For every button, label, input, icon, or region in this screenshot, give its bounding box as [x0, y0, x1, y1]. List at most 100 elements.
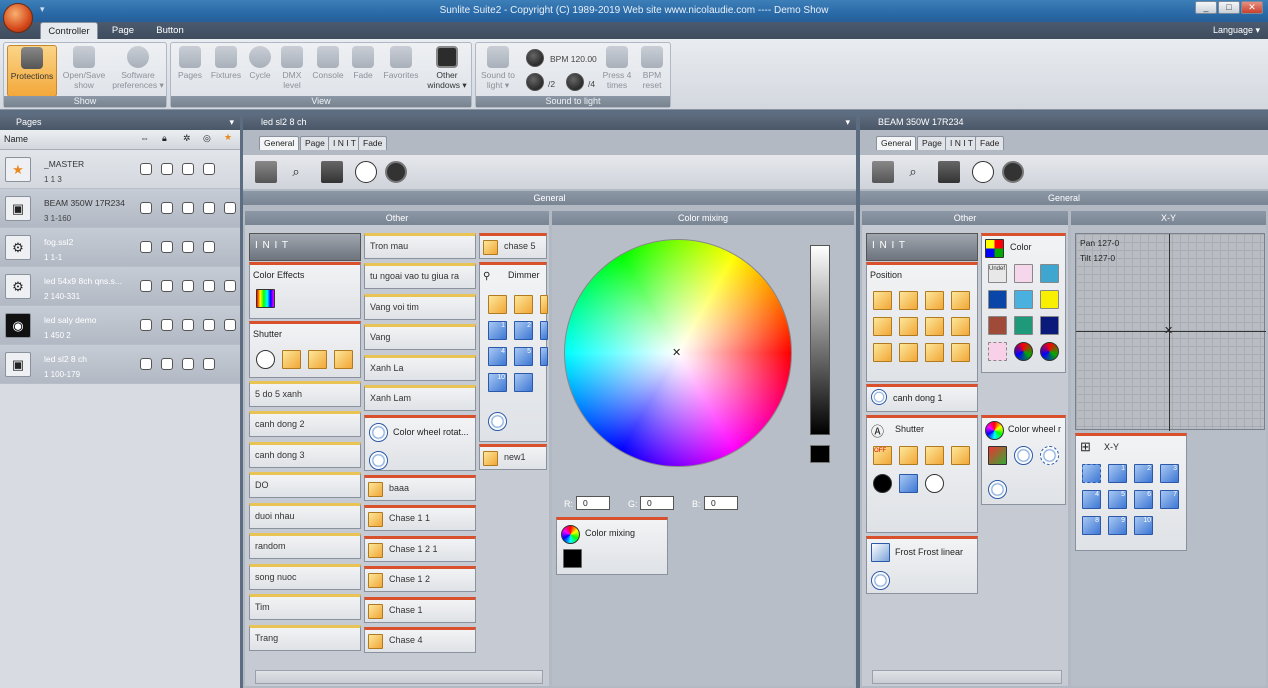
- strobe-icon[interactable]: [899, 474, 918, 493]
- horizontal-scrollbar[interactable]: [872, 670, 1062, 684]
- position-icon[interactable]: 3: [1160, 464, 1179, 483]
- color-wheel-rotation-box[interactable]: Color wheel rotat...: [364, 415, 476, 471]
- shutter-closed-icon[interactable]: [873, 474, 892, 493]
- shutter-off-icon[interactable]: OFF: [873, 446, 892, 465]
- name-column[interactable]: Name: [4, 134, 28, 144]
- position-box[interactable]: Position: [866, 262, 978, 382]
- checkbox[interactable]: [140, 241, 152, 253]
- minimize-button[interactable]: _: [1195, 1, 1217, 14]
- div2-knob-icon[interactable]: [526, 73, 544, 91]
- position-icon[interactable]: 4: [488, 347, 507, 366]
- xy-box[interactable]: ⊞ X-Y 1 2 3 4 5 6 7 8 9 10: [1075, 433, 1187, 551]
- star-toggle[interactable]: [224, 319, 236, 331]
- canh-dong-box[interactable]: canh dong 1: [866, 384, 978, 412]
- press-4-times-button[interactable]: Press 4 times: [600, 45, 634, 97]
- dimmer-box[interactable]: Dimmer ⚲ 1 2 4 5 10: [479, 262, 548, 442]
- position-icon[interactable]: 8: [1082, 516, 1101, 535]
- color-swatch[interactable]: [1040, 316, 1059, 335]
- tab-controller[interactable]: Controller: [40, 22, 98, 39]
- language-menu[interactable]: Language ▾: [1213, 25, 1260, 36]
- lock-toggle[interactable]: [161, 202, 173, 214]
- gobo-icon[interactable]: [951, 317, 970, 336]
- scene-button[interactable]: Vang: [364, 324, 476, 350]
- checkbox[interactable]: [140, 280, 152, 292]
- lock-toggle[interactable]: [161, 358, 173, 370]
- scene-button[interactable]: Tim: [249, 594, 361, 620]
- frost-box[interactable]: Frost Frost linear: [866, 536, 978, 594]
- position-icon[interactable]: 4: [1082, 490, 1101, 509]
- fixtures-button[interactable]: Fixtures: [208, 45, 244, 97]
- shutter-box[interactable]: Ⓐ Shutter OFF: [866, 415, 978, 533]
- rotate-icon[interactable]: [1014, 446, 1033, 465]
- open-save-button[interactable]: Open/Save show: [59, 45, 109, 97]
- bpm-reset-button[interactable]: BPM reset: [636, 45, 668, 97]
- scene-button[interactable]: random: [249, 533, 361, 559]
- tab-general[interactable]: General: [876, 136, 917, 150]
- rotate-icon[interactable]: [369, 423, 388, 442]
- strobe-icon[interactable]: [308, 350, 327, 369]
- target-toggle[interactable]: [203, 241, 215, 253]
- black-circle-icon[interactable]: [1002, 161, 1024, 183]
- r-input[interactable]: 0: [576, 496, 610, 510]
- scene-button[interactable]: canh dong 3: [249, 442, 361, 468]
- checkbox[interactable]: [182, 280, 194, 292]
- position-icon[interactable]: 1: [488, 321, 507, 340]
- tab-fade[interactable]: Fade: [358, 136, 388, 150]
- window-icon[interactable]: [255, 161, 277, 183]
- position-icon[interactable]: 6: [1134, 490, 1153, 509]
- horizontal-scrollbar[interactable]: [255, 670, 543, 684]
- tab-page[interactable]: Page: [300, 136, 330, 150]
- other-windows-button[interactable]: Other windows ▾: [424, 45, 470, 97]
- maximize-button[interactable]: □: [1218, 1, 1240, 14]
- speed-knob-icon[interactable]: [871, 571, 890, 590]
- gobo-icon[interactable]: [899, 317, 918, 336]
- gobo-icon[interactable]: [925, 291, 944, 310]
- link-toggle[interactable]: [140, 358, 152, 370]
- speed-knob-icon[interactable]: [369, 451, 388, 470]
- page-row[interactable]: ▣ led sl2 8 ch 1 100-179: [0, 345, 240, 384]
- sound-to-light-button[interactable]: Sound to light ▾: [478, 45, 518, 97]
- tab-page[interactable]: Page: [104, 22, 142, 39]
- chevron-down-icon[interactable]: ▾: [845, 114, 850, 130]
- checkbox[interactable]: [182, 163, 194, 175]
- strobe-icon[interactable]: [925, 446, 944, 465]
- black-swatch-icon[interactable]: [563, 549, 582, 568]
- position-icon[interactable]: [1082, 464, 1101, 483]
- strobe-icon[interactable]: [899, 446, 918, 465]
- pages-button[interactable]: Pages: [174, 45, 206, 97]
- window-icon[interactable]: [872, 161, 894, 183]
- color-box[interactable]: Color Undef: [981, 233, 1066, 373]
- target-toggle[interactable]: [203, 163, 215, 175]
- search-icon[interactable]: ⌕: [902, 161, 924, 183]
- scene-button[interactable]: DO: [249, 472, 361, 498]
- target-toggle[interactable]: [203, 319, 215, 331]
- color-swatch[interactable]: [988, 316, 1007, 335]
- tab-init[interactable]: I N I T: [328, 136, 361, 150]
- position-icon[interactable]: [514, 373, 533, 392]
- color-swatch[interactable]: [1014, 264, 1033, 283]
- page-row[interactable]: ◉ led saly demo 1 450 2: [0, 306, 240, 345]
- cycle-button[interactable]: Cycle: [246, 45, 274, 97]
- star-toggle[interactable]: [224, 202, 236, 214]
- gobo-icon[interactable]: [951, 343, 970, 362]
- xy-grid[interactable]: Pan 127-0 Tilt 127-0 ✕: [1075, 233, 1266, 431]
- search-icon[interactable]: ⌕: [285, 161, 307, 183]
- lock-toggle[interactable]: [161, 163, 173, 175]
- position-icon[interactable]: 5: [514, 347, 533, 366]
- undef-swatch[interactable]: Undef: [988, 264, 1007, 283]
- gobo-icon[interactable]: [951, 291, 970, 310]
- page-row[interactable]: ⚙ fog.ssl2 1 1-1: [0, 228, 240, 267]
- color-wheel-icon[interactable]: [1040, 342, 1059, 361]
- tab-fade[interactable]: Fade: [975, 136, 1005, 150]
- checkbox[interactable]: [140, 163, 152, 175]
- shutter-box[interactable]: Shutter: [249, 321, 361, 378]
- lock-toggle[interactable]: [161, 241, 173, 253]
- close-button[interactable]: ✕: [1241, 1, 1263, 14]
- app-logo-icon[interactable]: [3, 3, 33, 33]
- checkbox[interactable]: [182, 202, 194, 214]
- dimmer-icon[interactable]: [540, 295, 548, 314]
- scene-button[interactable]: Vang voi tim: [364, 294, 476, 320]
- position-icon[interactable]: 7: [1160, 490, 1179, 509]
- scene-button[interactable]: Xanh La: [364, 355, 476, 381]
- shutter-open-icon[interactable]: [925, 474, 944, 493]
